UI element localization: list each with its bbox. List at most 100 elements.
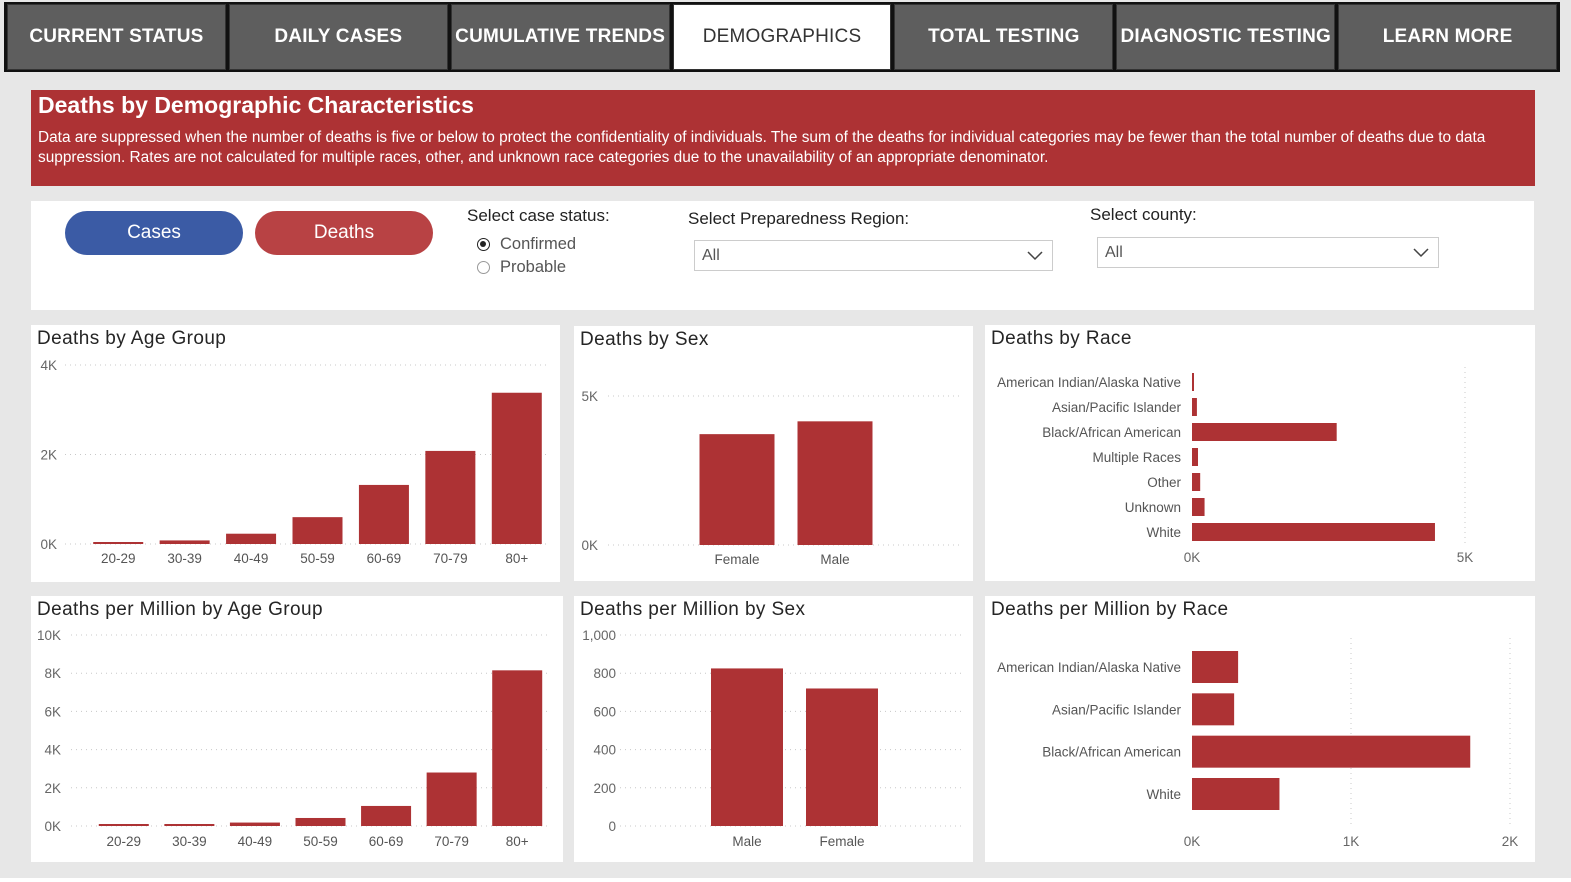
bar: [93, 542, 144, 544]
bar: [292, 517, 343, 544]
x-tick-label: 0K: [1184, 834, 1201, 849]
bar: [711, 668, 783, 826]
chart-svg: 0K 2K 4K 6K 8K 10K 20-29 30-39 40-49 50-59 60-69 70…: [37, 628, 550, 849]
category-label: 40-49: [234, 551, 269, 566]
chart-deaths-per-million-by-sex: Deaths per Million by Sex 0 200 400 600 800 1…: [574, 596, 973, 862]
chart-svg: 0K 1K 2K American Indian/Alaska Native Asian…: [997, 638, 1519, 849]
bar: [1192, 398, 1197, 416]
category-label: 50-59: [303, 834, 338, 849]
bar: [425, 450, 476, 544]
category-label: 50-59: [300, 551, 335, 566]
bar: [164, 824, 215, 826]
region-select[interactable]: All: [694, 240, 1053, 271]
tab-cumulative-trends[interactable]: CUMULATIVE TRENDS: [450, 4, 670, 70]
filter-panel: Cases Deaths Select case status: Confirm…: [31, 201, 1534, 310]
radio-probable-dot[interactable]: [477, 261, 490, 274]
radio-confirmed-dot[interactable]: [477, 238, 490, 251]
y-tick-label: 1,000: [582, 628, 616, 643]
bar: [1192, 523, 1435, 541]
y-tick-label: 0K: [44, 819, 61, 834]
category-label: 70-79: [433, 551, 468, 566]
y-tick-label: 400: [593, 743, 616, 758]
bar: [159, 540, 210, 544]
bar: [1192, 498, 1205, 516]
bar: [699, 434, 775, 545]
cases-button[interactable]: Cases: [65, 211, 243, 255]
x-tick-label: 5K: [1457, 550, 1474, 565]
tab-diagnostic-testing[interactable]: DIAGNOSTIC TESTING: [1116, 4, 1336, 70]
tab-daily-cases[interactable]: DAILY CASES: [228, 4, 448, 70]
category-label: 30-39: [172, 834, 207, 849]
category-label: White: [1146, 525, 1181, 540]
bar: [426, 772, 477, 826]
radio-probable[interactable]: Probable: [477, 258, 566, 277]
category-label: Asian/Pacific Islander: [1052, 400, 1182, 415]
nav-tab-bar: CURRENT STATUS DAILY CASES CUMULATIVE TR…: [4, 2, 1560, 72]
category-label: 20-29: [101, 551, 136, 566]
chart-svg: 0K 5K American Indian/Alaska Native Asian/P…: [997, 367, 1474, 565]
category-label: White: [1146, 787, 1181, 802]
y-tick-label: 0K: [40, 537, 57, 552]
category-label: American Indian/Alaska Native: [997, 660, 1181, 675]
category-label: Other: [1147, 475, 1181, 490]
category-label: 30-39: [167, 551, 202, 566]
chart-deaths-by-sex: Deaths by Sex 0K 5K Female Male: [574, 326, 973, 581]
info-banner: Deaths by Demographic Characteristics Da…: [31, 90, 1535, 186]
category-label: Black/African American: [1042, 425, 1181, 440]
bar: [1192, 651, 1239, 683]
chart-deaths-per-million-by-age: Deaths per Million by Age Group 0K 2K 4K 6K…: [31, 596, 563, 862]
y-tick-label: 5K: [581, 389, 598, 404]
bar: [98, 824, 149, 826]
x-tick-label: 2K: [1502, 834, 1519, 849]
chevron-down-icon: [1027, 251, 1043, 261]
radio-confirmed[interactable]: Confirmed: [477, 235, 576, 254]
category-label: Black/African American: [1042, 745, 1181, 760]
chart-svg: 0K 2K 4K 20-29 30-39 40-49 50-59 60-69 70-79 80+: [40, 358, 550, 566]
y-tick-label: 800: [593, 666, 616, 681]
y-tick-label: 4K: [44, 743, 61, 758]
category-label: Male: [820, 552, 849, 567]
banner-text: Data are suppressed when the number of d…: [38, 129, 1486, 166]
y-tick-label: 0K: [581, 538, 598, 553]
county-select[interactable]: All: [1097, 237, 1439, 268]
radio-confirmed-label: Confirmed: [500, 235, 577, 253]
county-label: Select county:: [1090, 205, 1197, 224]
category-label: 20-29: [107, 834, 142, 849]
category-label: 80+: [505, 551, 528, 566]
category-label: 70-79: [434, 834, 469, 849]
bottom-edge: [0, 878, 1571, 882]
bar: [226, 533, 277, 544]
chart-deaths-by-race: Deaths by Race 0K 5K American Indian/Alask…: [985, 325, 1535, 581]
chart-deaths-per-million-by-race: Deaths per Million by Race 0K 1K 2K America…: [985, 596, 1535, 862]
category-label: Female: [714, 552, 759, 567]
tab-total-testing[interactable]: TOTAL TESTING: [894, 4, 1114, 70]
bar: [229, 822, 280, 826]
tab-current-status[interactable]: CURRENT STATUS: [7, 4, 226, 70]
y-tick-label: 2K: [44, 781, 61, 796]
bar: [1192, 373, 1194, 391]
x-tick-label: 0K: [1184, 550, 1201, 565]
bar: [1192, 735, 1471, 768]
chart-svg: 0 200 400 600 800 1,000 Male Female: [582, 628, 963, 849]
y-tick-label: 8K: [44, 666, 61, 681]
chart-svg: 0K 5K Female Male: [581, 389, 963, 567]
category-label: 60-69: [367, 551, 402, 566]
category-label: Unknown: [1125, 500, 1181, 515]
county-select-value: All: [1105, 243, 1123, 261]
bar: [491, 392, 542, 544]
tab-learn-more[interactable]: LEARN MORE: [1338, 4, 1558, 70]
bar: [1192, 448, 1199, 466]
chevron-down-icon: [1413, 248, 1429, 258]
tab-demographics[interactable]: DEMOGRAPHICS: [672, 4, 892, 70]
bar: [806, 688, 878, 826]
category-label: Asian/Pacific Islander: [1052, 702, 1182, 717]
bar: [295, 817, 346, 826]
y-tick-label: 6K: [44, 704, 61, 719]
category-label: 40-49: [238, 834, 273, 849]
bar: [361, 805, 412, 826]
deaths-button[interactable]: Deaths: [255, 211, 433, 255]
banner-title: Deaths by Demographic Characteristics: [38, 92, 474, 118]
bar: [1192, 473, 1201, 491]
chart-deaths-by-age: Deaths by Age Group 0K 2K 4K 20-29 30-39 40-4…: [31, 325, 560, 582]
y-tick-label: 2K: [40, 448, 57, 463]
